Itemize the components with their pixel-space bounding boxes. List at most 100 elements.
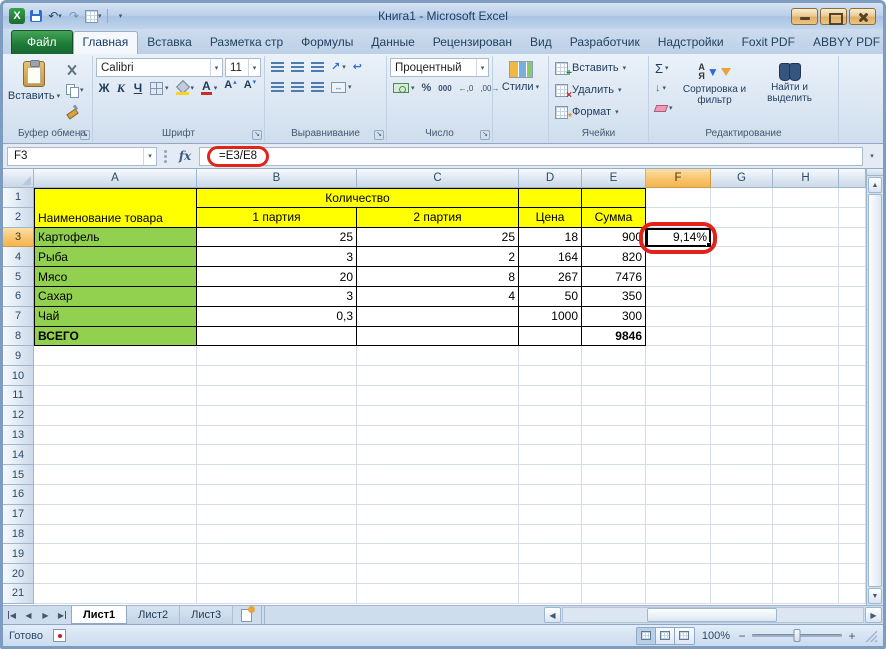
cell-F10[interactable] [646,366,711,386]
ribbon-tab-5[interactable]: Данные [362,31,423,54]
cell-D11[interactable] [519,386,582,406]
row-header-6[interactable]: 6 [3,287,34,307]
cell-H4[interactable] [773,247,839,267]
cell-F7[interactable] [646,307,711,327]
cell-G2[interactable] [711,208,773,228]
cell-C9[interactable] [357,346,519,366]
cell-E1[interactable] [582,188,646,208]
cell-D19[interactable] [519,544,582,564]
cell-D15[interactable] [519,465,582,485]
cell-H20[interactable] [773,564,839,584]
column-header-D[interactable]: D [519,169,582,188]
cell-C12[interactable] [357,406,519,426]
sort-filter-button[interactable]: АЯ▼ Сортировка и фильтр [679,58,751,107]
prev-sheet-button[interactable]: ◀ [20,606,37,624]
horizontal-scroll-thumb[interactable] [647,608,777,622]
cell-C2[interactable]: 2 партия [357,208,519,228]
align-right-button[interactable] [308,78,327,96]
cell-H3[interactable] [773,228,839,248]
cell-B15[interactable] [197,465,357,485]
row-header-10[interactable]: 10 [3,366,34,386]
cell-G18[interactable] [711,525,773,545]
row-header-8[interactable]: 8 [3,327,34,347]
cell-C20[interactable] [357,564,519,584]
align-left-button[interactable] [268,78,287,96]
font-size-combo[interactable]: 11▾ [225,58,261,77]
cell-G9[interactable] [711,346,773,366]
ribbon-tab-11[interactable]: ABBYY PDF Tr [804,31,886,54]
sheet-tab-1[interactable]: Лист1 [71,606,127,624]
cell-F19[interactable] [646,544,711,564]
borders-button[interactable]: ▾ [147,79,172,97]
paste-button[interactable]: Вставить▾ [8,58,60,103]
sheet-tab-3[interactable]: Лист3 [180,606,233,624]
cell-G12[interactable] [711,406,773,426]
bold-button[interactable]: Ж [96,79,112,97]
cell-C6[interactable]: 4 [357,287,519,307]
cell-H1[interactable] [773,188,839,208]
delete-cells-button[interactable]: ×Удалить▾ [552,80,629,100]
excel-app-icon[interactable]: X [9,8,25,24]
cell-E21[interactable] [582,584,646,604]
ribbon-tab-3[interactable]: Разметка стр [201,31,292,54]
percent-style-button[interactable]: % [419,79,435,97]
cell-H18[interactable] [773,525,839,545]
row-header-4[interactable]: 4 [3,247,34,267]
table-tool-button[interactable]: ▾ [85,7,102,25]
row-header-20[interactable]: 20 [3,564,34,584]
zoom-thumb[interactable] [794,629,801,642]
ribbon-tab-2[interactable]: Вставка [138,31,201,54]
close-button[interactable] [849,8,876,25]
tab-splitter[interactable] [259,606,266,624]
cell-A17[interactable] [34,505,197,525]
cell-D9[interactable] [519,346,582,366]
ribbon-tab-1[interactable]: Главная [73,31,139,54]
first-sheet-button[interactable]: ◀ [3,606,20,624]
cell-C21[interactable] [357,584,519,604]
horizontal-scrollbar[interactable]: ◀ ▶ [543,606,883,624]
cell-E2[interactable]: Сумма [582,208,646,228]
autosum-button[interactable]: Σ▾ [652,59,676,77]
cell-H9[interactable] [773,346,839,366]
cell-H7[interactable] [773,307,839,327]
insert-function-button[interactable]: fx [173,149,197,163]
fill-color-button[interactable]: ▾ [173,79,198,97]
cell-A9[interactable] [34,346,197,366]
cell-F12[interactable] [646,406,711,426]
cell-B1[interactable]: Количество [197,188,519,208]
cell-F14[interactable] [646,445,711,465]
row-header-13[interactable]: 13 [3,426,34,446]
dropdown-icon[interactable]: ▾ [248,59,260,76]
vertical-split-handle[interactable] [867,169,883,176]
cell-A13[interactable] [34,426,197,446]
row-header-9[interactable]: 9 [3,346,34,366]
ribbon-tab-6[interactable]: Рецензирован [424,31,521,54]
cell-E19[interactable] [582,544,646,564]
vertical-scrollbar[interactable]: ▲ ▼ [866,169,883,605]
cell-E16[interactable] [582,485,646,505]
cell-G16[interactable] [711,485,773,505]
cell-E17[interactable] [582,505,646,525]
cell-H11[interactable] [773,386,839,406]
cell-B4[interactable]: 3 [197,247,357,267]
cell-F11[interactable] [646,386,711,406]
insert-worksheet-button[interactable] [233,606,259,624]
sheet-tab-2[interactable]: Лист2 [127,606,180,624]
cell-G21[interactable] [711,584,773,604]
macro-record-button[interactable] [53,629,66,642]
cell-G1[interactable] [711,188,773,208]
cell-B16[interactable] [197,485,357,505]
scroll-down-button[interactable]: ▼ [868,588,882,604]
cell-H12[interactable] [773,406,839,426]
cell-E3[interactable]: 900 [582,228,646,248]
cell-E15[interactable] [582,465,646,485]
merge-center-button[interactable]: ↔▾ [328,78,355,96]
cell-H13[interactable] [773,426,839,446]
cell-D21[interactable] [519,584,582,604]
cell-G7[interactable] [711,307,773,327]
cell-F20[interactable] [646,564,711,584]
cell-A1[interactable]: Наименование товара [34,188,197,228]
styles-button[interactable]: Стили▾ [496,58,545,94]
cell-A19[interactable] [34,544,197,564]
cell-H17[interactable] [773,505,839,525]
